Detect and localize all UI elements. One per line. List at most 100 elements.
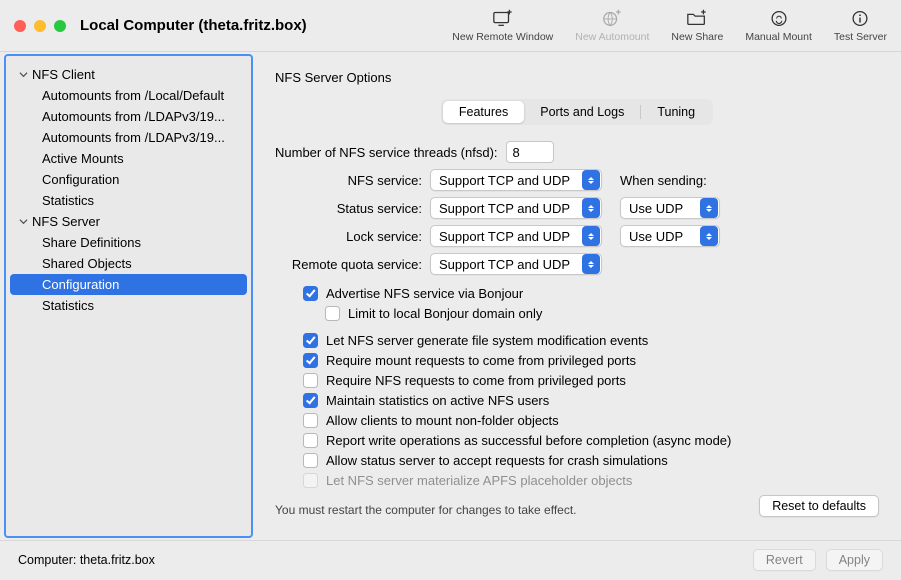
sidebar-group-nfs-client[interactable]: NFS Client bbox=[6, 64, 251, 85]
toolbar-new-share[interactable]: New Share bbox=[671, 8, 723, 43]
tab-ports-and-logs[interactable]: Ports and Logs bbox=[524, 101, 640, 123]
option-label: Let NFS server materialize APFS placehol… bbox=[326, 473, 632, 488]
option-bonjour-local[interactable]: Limit to local Bonjour domain only bbox=[275, 305, 879, 322]
checkbox-icon bbox=[303, 353, 318, 368]
sidebar-group-label: NFS Server bbox=[32, 214, 100, 229]
chevron-down-icon bbox=[18, 217, 28, 227]
link-icon bbox=[768, 8, 790, 28]
chevron-down-icon bbox=[18, 70, 28, 80]
popup-value: Support TCP and UDP bbox=[439, 173, 576, 188]
option-label: Advertise NFS service via Bonjour bbox=[326, 286, 523, 301]
updown-icon bbox=[700, 226, 718, 246]
minimize-icon[interactable] bbox=[34, 20, 46, 32]
sidebar-item-automounts-local[interactable]: Automounts from /Local/Default bbox=[6, 85, 251, 106]
lock-service-label: Lock service: bbox=[275, 229, 422, 244]
reset-defaults-button[interactable]: Reset to defaults bbox=[759, 495, 879, 517]
sidebar-item-shared-objects[interactable]: Shared Objects bbox=[6, 253, 251, 274]
sidebar-item-server-configuration[interactable]: Configuration bbox=[10, 274, 247, 295]
option-async[interactable]: Report write operations as successful be… bbox=[275, 432, 879, 449]
checkbox-icon bbox=[303, 373, 318, 388]
main-panel: NFS Server Options Features Ports and Lo… bbox=[253, 52, 901, 540]
tab-tuning[interactable]: Tuning bbox=[641, 101, 711, 123]
checkbox-icon bbox=[303, 413, 318, 428]
tab-group: Features Ports and Logs Tuning bbox=[441, 99, 713, 125]
titlebar: Local Computer (theta.fritz.box) New Rem… bbox=[0, 0, 901, 52]
sidebar-item-client-configuration[interactable]: Configuration bbox=[6, 169, 251, 190]
option-label: Require NFS requests to come from privil… bbox=[326, 373, 626, 388]
option-label: Limit to local Bonjour domain only bbox=[348, 306, 542, 321]
option-nonfolder[interactable]: Allow clients to mount non-folder object… bbox=[275, 412, 879, 429]
sidebar-item-automounts-ldap2[interactable]: Automounts from /LDAPv3/19... bbox=[6, 127, 251, 148]
option-label: Report write operations as successful be… bbox=[326, 433, 731, 448]
apply-button: Apply bbox=[826, 549, 883, 571]
toolbar-label: New Share bbox=[671, 31, 723, 43]
toolbar-manual-mount[interactable]: Manual Mount bbox=[745, 8, 812, 43]
option-label: Maintain statistics on active NFS users bbox=[326, 393, 549, 408]
sidebar-item-share-definitions[interactable]: Share Definitions bbox=[6, 232, 251, 253]
status-service-popup[interactable]: Support TCP and UDP bbox=[430, 197, 602, 219]
close-icon[interactable] bbox=[14, 20, 26, 32]
traffic-lights bbox=[14, 20, 66, 32]
toolbar-label: New Automount bbox=[575, 31, 649, 43]
footer: Computer: theta.fritz.box Revert Apply bbox=[0, 540, 901, 578]
display-plus-icon bbox=[492, 8, 514, 28]
nfs-service-label: NFS service: bbox=[275, 173, 422, 188]
option-crash[interactable]: Allow status server to accept requests f… bbox=[275, 452, 879, 469]
option-label: Allow status server to accept requests f… bbox=[326, 453, 668, 468]
status-send-popup[interactable]: Use UDP bbox=[620, 197, 720, 219]
toolbar-test-server[interactable]: Test Server bbox=[834, 8, 887, 43]
option-label: Allow clients to mount non-folder object… bbox=[326, 413, 559, 428]
lock-send-popup[interactable]: Use UDP bbox=[620, 225, 720, 247]
checkbox-icon bbox=[303, 453, 318, 468]
option-priv-nfs[interactable]: Require NFS requests to come from privil… bbox=[275, 372, 879, 389]
globe-plus-icon bbox=[601, 8, 623, 28]
sidebar-group-nfs-server[interactable]: NFS Server bbox=[6, 211, 251, 232]
threads-input[interactable] bbox=[506, 141, 554, 163]
popup-value: Use UDP bbox=[629, 201, 689, 216]
sidebar-group-label: NFS Client bbox=[32, 67, 95, 82]
nfs-service-popup[interactable]: Support TCP and UDP bbox=[430, 169, 602, 191]
option-stats[interactable]: Maintain statistics on active NFS users bbox=[275, 392, 879, 409]
sidebar-item-server-statistics[interactable]: Statistics bbox=[6, 295, 251, 316]
popup-value: Support TCP and UDP bbox=[439, 257, 576, 272]
option-label: Let NFS server generate file system modi… bbox=[326, 333, 648, 348]
lock-service-popup[interactable]: Support TCP and UDP bbox=[430, 225, 602, 247]
restart-hint: You must restart the computer for change… bbox=[275, 495, 577, 517]
sidebar-item-active-mounts[interactable]: Active Mounts bbox=[6, 148, 251, 169]
toolbar: New Remote Window New Automount New Shar… bbox=[452, 8, 887, 43]
toolbar-label: Test Server bbox=[834, 31, 887, 43]
popup-value: Use UDP bbox=[629, 229, 689, 244]
tab-features[interactable]: Features bbox=[443, 101, 524, 123]
checkbox-icon bbox=[303, 286, 318, 301]
checkbox-icon bbox=[303, 333, 318, 348]
updown-icon bbox=[700, 198, 718, 218]
sidebar-item-automounts-ldap1[interactable]: Automounts from /LDAPv3/19... bbox=[6, 106, 251, 127]
option-fsevents[interactable]: Let NFS server generate file system modi… bbox=[275, 332, 879, 349]
toolbar-label: New Remote Window bbox=[452, 31, 553, 43]
checkbox-icon bbox=[325, 306, 340, 321]
option-bonjour[interactable]: Advertise NFS service via Bonjour bbox=[275, 285, 879, 302]
toolbar-new-automount: New Automount bbox=[575, 8, 649, 43]
quota-service-label: Remote quota service: bbox=[275, 257, 422, 272]
popup-value: Support TCP and UDP bbox=[439, 201, 576, 216]
toolbar-new-remote-window[interactable]: New Remote Window bbox=[452, 8, 553, 43]
sidebar-item-client-statistics[interactable]: Statistics bbox=[6, 190, 251, 211]
updown-icon bbox=[582, 170, 600, 190]
updown-icon bbox=[582, 226, 600, 246]
status-service-label: Status service: bbox=[275, 201, 422, 216]
window-title: Local Computer (theta.fritz.box) bbox=[80, 17, 307, 34]
quota-service-popup[interactable]: Support TCP and UDP bbox=[430, 253, 602, 275]
toolbar-label: Manual Mount bbox=[745, 31, 812, 43]
updown-icon bbox=[582, 254, 600, 274]
option-priv-mount[interactable]: Require mount requests to come from priv… bbox=[275, 352, 879, 369]
folder-plus-icon bbox=[686, 8, 708, 28]
checkbox-icon bbox=[303, 393, 318, 408]
computer-label: Computer: theta.fritz.box bbox=[18, 553, 155, 567]
section-heading: NFS Server Options bbox=[275, 70, 879, 85]
option-apfs: Let NFS server materialize APFS placehol… bbox=[275, 472, 879, 489]
sidebar: NFS Client Automounts from /Local/Defaul… bbox=[4, 54, 253, 538]
maximize-icon[interactable] bbox=[54, 20, 66, 32]
revert-button: Revert bbox=[753, 549, 816, 571]
threads-label: Number of NFS service threads (nfsd): bbox=[275, 145, 498, 160]
updown-icon bbox=[582, 198, 600, 218]
